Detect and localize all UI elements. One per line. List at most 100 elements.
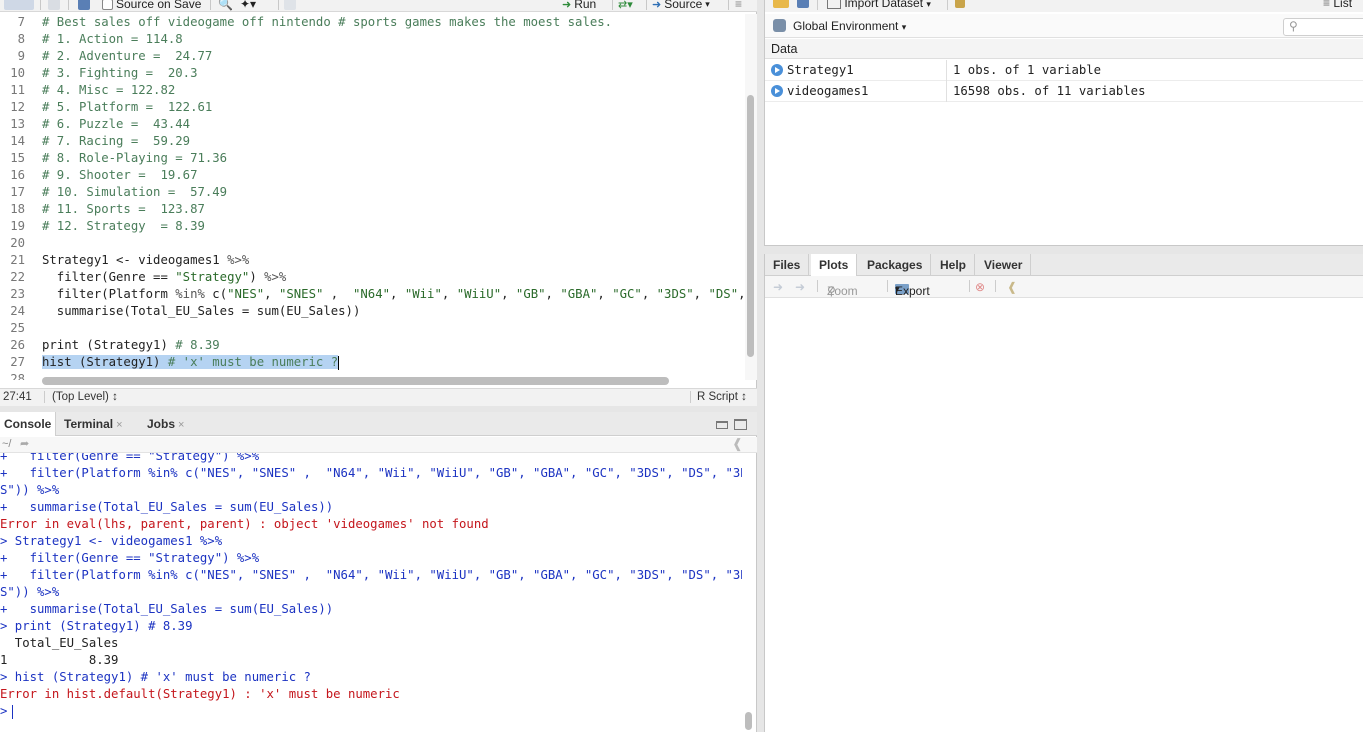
code-token: "Wii" (404, 287, 442, 301)
editor-horizontal-scroll-thumb[interactable] (42, 377, 669, 385)
console-line: Total_EU_Sales (0, 636, 119, 650)
tab-jobs[interactable]: Jobs × (143, 412, 188, 436)
minimize-pane-icon[interactable] (716, 421, 728, 429)
code-text: Strategy1 <- videogames1 %>% (42, 252, 249, 269)
console-scroll-thumb[interactable] (745, 712, 752, 730)
console-line: + filter(Genre == "Strategy") %>% (0, 551, 260, 565)
clear-plots-broom-icon[interactable]: ❰ (1007, 280, 1017, 294)
code-token: "Strategy" (175, 270, 250, 284)
line-number: 21 (10, 253, 25, 267)
editor-toolbar: Source on Save 🔍 ✦▾ ➜ Run ⇄▾ ➜ Source ▾ … (0, 0, 757, 12)
console-error-line: Error in hist.default(Strategy1) : 'x' m… (0, 687, 400, 701)
chevron-down-icon: ▾ (705, 0, 710, 9)
close-icon[interactable]: × (116, 419, 122, 431)
previous-plot-icon[interactable]: ➜ (773, 280, 783, 294)
console-line: 1 8.39 (0, 653, 119, 667)
expand-data-icon[interactable] (771, 64, 783, 76)
environment-scope-selector[interactable]: Global Environment ▾ (793, 19, 906, 33)
toolbar-divider (612, 0, 613, 10)
clear-workspace-broom-icon[interactable] (955, 0, 965, 8)
source-on-save-toggle[interactable]: Source on Save (102, 0, 201, 11)
find-replace-icon[interactable]: 🔍 (218, 0, 233, 11)
back-arrow-icon[interactable] (4, 0, 34, 11)
tab-plots[interactable]: Plots (811, 254, 858, 276)
remove-plot-icon[interactable]: ⊗ (975, 280, 985, 294)
code-token: c( (204, 287, 228, 301)
code-token: , (641, 287, 657, 301)
toolbar-divider (969, 280, 970, 292)
tab-terminal[interactable]: Terminal × (60, 412, 127, 436)
file-type-selector[interactable]: R Script ↕ (697, 391, 747, 403)
code-token: "DS" (708, 287, 739, 301)
line-number: 13 (10, 117, 25, 131)
r-logo-icon (773, 19, 786, 32)
expand-data-icon[interactable] (771, 85, 783, 97)
column-divider (946, 60, 947, 81)
console-output[interactable]: + filter(Genre == "Strategy") %>% + filte… (0, 453, 742, 732)
code-token: Strategy1 <- videogames1 (42, 253, 228, 267)
code-token: , (441, 287, 457, 301)
run-label: Run (574, 0, 597, 11)
save-workspace-icon[interactable] (797, 0, 809, 8)
line-number: 17 (10, 185, 25, 199)
compile-report-icon[interactable] (284, 0, 296, 11)
code-token: print (Strategy1) (42, 338, 176, 352)
line-number: 14 (10, 134, 25, 148)
env-row-videogames1[interactable]: videogames1 16598 obs. of 11 variables (765, 81, 1363, 102)
source-on-save-checkbox[interactable] (102, 0, 113, 10)
tab-help[interactable]: Help (932, 254, 976, 276)
toolbar-divider (947, 0, 948, 10)
toolbar-divider (817, 280, 818, 292)
code-text: # 9. Shooter = 19.67 (42, 167, 197, 184)
run-button[interactable]: ➜ Run (562, 0, 597, 11)
maximize-pane-icon[interactable] (734, 419, 747, 430)
source-button[interactable]: ➜ Source ▾ (652, 0, 710, 11)
rerun-icon[interactable]: ⇄▾ (618, 0, 633, 11)
editor-vertical-scroll-thumb[interactable] (747, 95, 754, 357)
tab-packages[interactable]: Packages (859, 254, 932, 276)
code-text: # 11. Sports = 123.87 (42, 201, 205, 218)
tab-viewer[interactable]: Viewer (976, 254, 1032, 276)
line-number: 7 (17, 15, 25, 29)
source-editor-pane: Source on Save 🔍 ✦▾ ➜ Run ⇄▾ ➜ Source ▾ … (0, 0, 757, 406)
cursor-position: 27:41 (3, 391, 32, 403)
clear-console-broom-icon[interactable]: ❰ (732, 436, 743, 452)
environment-search-input[interactable]: ⚲ (1283, 18, 1363, 36)
open-folder-icon[interactable] (773, 0, 789, 8)
line-number: 9 (17, 49, 25, 63)
tab-files[interactable]: Files (765, 254, 810, 276)
code-tools-wand-icon[interactable]: ✦▾ (240, 0, 256, 11)
code-text: hist (Strategy1) # 'x' must be numeric ? (42, 354, 340, 371)
code-token: , " (738, 287, 745, 301)
toolbar-divider (728, 0, 729, 10)
next-plot-icon[interactable]: ➜ (795, 280, 805, 294)
code-text: # 2. Adventure = 24.77 (42, 48, 212, 65)
environment-scope-bar: Global Environment ▾ ⚲ (765, 14, 1363, 38)
go-to-directory-icon[interactable]: ➦ (20, 437, 29, 450)
scope-selector[interactable]: (Top Level) ↕ (52, 391, 118, 403)
env-row-strategy1[interactable]: Strategy1 1 obs. of 1 variable (765, 60, 1363, 81)
toolbar-divider (646, 0, 647, 10)
search-icon: ⚲ (1289, 19, 1298, 33)
document-outline-icon[interactable]: ≡ (735, 0, 742, 11)
tab-help-label: Help (940, 258, 967, 272)
code-text: # 10. Simulation = 57.49 (42, 184, 227, 201)
code-token: # 2. Adventure = 24.77 (42, 49, 213, 63)
close-icon[interactable]: × (178, 419, 184, 431)
code-editor[interactable]: 7 # Best sales off videogame off nintendo… (0, 14, 745, 380)
console-tab-bar: Console Terminal × Jobs × (0, 412, 757, 436)
save-icon[interactable] (78, 0, 90, 11)
code-token: # 9. Shooter = 19.67 (42, 168, 198, 182)
list-view-selector[interactable]: ≡ List (1323, 0, 1352, 10)
code-token: "GBA" (560, 287, 598, 301)
import-dataset-button[interactable]: Import Dataset ▾ (827, 0, 931, 10)
env-object-name: videogames1 (787, 84, 869, 98)
tab-console[interactable]: Console (0, 412, 57, 436)
tab-packages-label: Packages (867, 258, 923, 272)
console-input-cursor[interactable] (12, 705, 13, 719)
show-in-window-icon[interactable] (48, 0, 60, 11)
code-token: # 10. Simulation = 57.49 (42, 185, 228, 199)
code-token: # 12. Strategy = 8.39 (42, 219, 205, 233)
status-divider (44, 391, 45, 403)
code-text: filter(Genre == "Strategy") %>% (42, 269, 287, 286)
